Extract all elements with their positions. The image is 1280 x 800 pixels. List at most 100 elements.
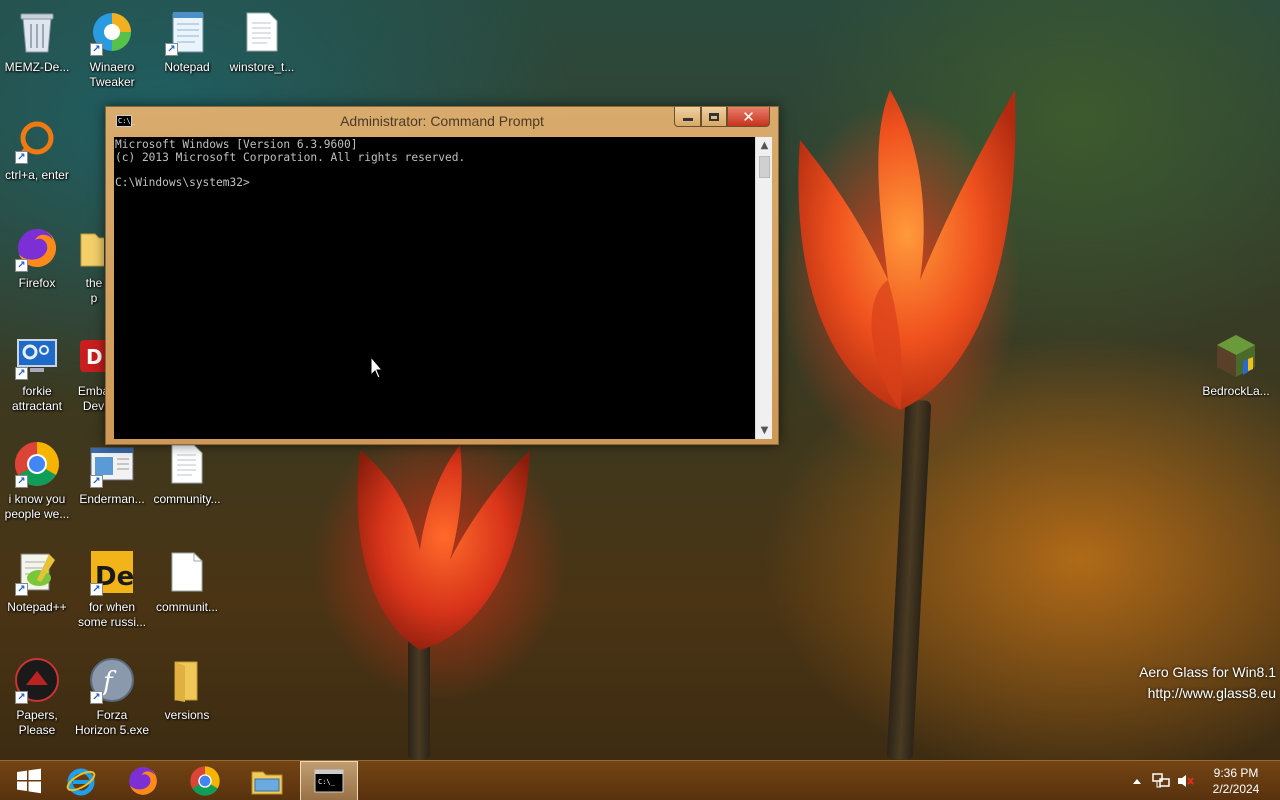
desktop-icon-versions[interactable]: versions [149,656,225,723]
vertical-scrollbar[interactable]: ▲ ▼ [755,137,772,439]
scrollbar-thumb[interactable] [759,156,770,178]
close-icon: ✕ [742,107,755,126]
desktop-icon-winstore[interactable]: winstore_t... [224,8,300,75]
mouse-cursor-icon [370,356,384,379]
blank-file-icon [163,548,211,596]
desktop-icon-label: community... [153,492,221,506]
chevron-up-icon [1133,779,1141,784]
desktop-icon-firefox[interactable]: ↗ Firefox [0,224,75,291]
console-text: Microsoft Windows [Version 6.3.9600] (c)… [115,138,466,189]
desktop-icon-forza[interactable]: f ↗ Forza Horizon 5.exe [74,656,150,738]
desktop-icon-i-know-you[interactable]: ↗ i know you people we... [0,440,75,522]
shortcut-arrow-icon: ↗ [90,43,103,56]
windows-logo-icon [17,768,41,794]
chrome-icon [190,766,220,796]
close-button[interactable]: ✕ [727,107,770,127]
desktop-icon-label: the p [85,276,103,305]
taskbar-firefox[interactable] [114,761,172,800]
desktop-icon-label: forkie attractant [11,384,63,413]
clock-time: 9:36 PM [1213,766,1259,780]
taskbar-chrome[interactable] [176,761,234,800]
network-icon [1152,773,1170,788]
minimize-button[interactable] [674,107,701,127]
text-file-icon [163,440,211,488]
internet-explorer-icon [66,768,96,796]
chrome-icon: ↗ [13,440,61,488]
desktop-icon-label: Enderman... [79,492,145,506]
desktop-icon-label: versions [164,708,210,722]
papers-please-icon: ↗ [13,656,61,704]
network-tray-button[interactable] [1150,761,1172,800]
taskbar-command-prompt[interactable]: C:\_ [300,761,358,800]
svg-text:C:\_: C:\_ [318,778,336,786]
desktop-icon-label: ctrl+a, enter [5,168,69,182]
start-button[interactable] [0,761,58,800]
command-prompt-window[interactable]: C:\_ Administrator: Command Prompt ✕ Mic… [105,106,779,445]
watermark-line-1: Aero Glass for Win8.1 [1139,664,1276,680]
desktop-icon-label: MEMZ-De... [4,60,70,74]
svg-text:D: D [86,345,103,369]
flash-icon: f ↗ [88,656,136,704]
folder-icon [163,656,211,704]
desktop-icon-community-blank[interactable]: communit... [149,548,225,615]
desktop-icon-label: Winaero Tweaker [89,60,135,89]
desktop-icon-ctrl-a-enter[interactable]: ↗ ctrl+a, enter [0,116,75,183]
console-output[interactable]: Microsoft Windows [Version 6.3.9600] (c)… [114,137,755,439]
shortcut-arrow-icon: ↗ [15,151,28,164]
desktop-icon-embarcadero[interactable]: D Emba Dev [74,332,105,414]
desktop-icon-bedrock-launcher[interactable]: BedrockLa... [1198,332,1274,399]
app-window-icon: ↗ [88,440,136,488]
settings-monitor-icon: ↗ [13,332,61,380]
desktop-icon-forkie-attractant[interactable]: ↗ forkie attractant [0,332,75,414]
notepad-plus-plus-icon: ↗ [13,548,61,596]
shortcut-arrow-icon: ↗ [90,691,103,704]
scroll-up-arrow-icon[interactable]: ▲ [756,137,773,154]
shortcut-arrow-icon: ↗ [15,259,28,272]
desktop-icon-memz[interactable]: MEMZ-De... [0,8,75,75]
clock-date: 2/2/2024 [1212,782,1260,796]
taskbar-file-explorer[interactable] [238,761,296,800]
folder-icon [74,224,104,272]
desktop-icon-notepad[interactable]: ↗ Notepad [149,8,225,75]
volume-tray-button[interactable] [1174,761,1196,800]
minecraft-launcher-icon [1212,332,1260,380]
maximize-button[interactable] [701,107,727,127]
desktop-icon-the-p[interactable]: the p [74,224,104,306]
shortcut-arrow-icon: ↗ [15,691,28,704]
desktop-icon-for-when[interactable]: De ↗ for when some russi... [74,548,150,630]
desktop-icon-label: Forza Horizon 5.exe [74,708,150,737]
desktop-icon-notepad-plus-plus[interactable]: ↗ Notepad++ [0,548,75,615]
firefox-icon: ↗ [13,224,61,272]
desktop-icon-label: Notepad [164,60,210,74]
winaero-tweaker-icon: ↗ [88,8,136,56]
minimize-icon [682,118,693,121]
tulip-left [357,445,530,650]
taskbar-internet-explorer[interactable] [52,761,110,800]
notepad-icon: ↗ [163,8,211,56]
aero-glass-watermark: Aero Glass for Win8.1 http://www.glass8.… [1139,662,1276,704]
shortcut-arrow-icon: ↗ [15,475,28,488]
recycle-bin-icon [13,8,61,56]
shortcut-arrow-icon: ↗ [165,43,178,56]
volume-muted-icon [1178,775,1194,787]
desktop-icon-label: winstore_t... [229,60,295,74]
desktop-icon-label: BedrockLa... [1202,384,1270,398]
firefox-icon [129,767,157,795]
window-titlebar[interactable]: C:\_ Administrator: Command Prompt ✕ [106,107,778,135]
show-hidden-icons-button[interactable] [1128,761,1146,800]
desktop-icon-label: Papers, Please [16,708,58,737]
embarcadero-icon: D [74,332,105,380]
desktop-icon-community-txt[interactable]: community... [149,440,225,507]
desktop-icon-enderman[interactable]: ↗ Enderman... [74,440,150,507]
tulip-stem-right [886,399,932,761]
desktop-icon-winaero-tweaker[interactable]: ↗ Winaero Tweaker [74,8,150,90]
shortcut-arrow-icon: ↗ [15,367,28,380]
desktop-icon-papers-please[interactable]: ↗ Papers, Please [0,656,75,738]
scroll-down-arrow-icon[interactable]: ▼ [756,422,773,439]
tulip-right [798,90,1016,410]
desktop-icon-label: Emba Dev [77,384,105,413]
desktop-icon-label: Notepad++ [7,600,67,614]
shortcut-arrow-icon: ↗ [15,583,28,596]
desktop-icon-label: for when some russi... [77,600,146,629]
taskbar-clock[interactable]: 9:36 PM 2/2/2024 [1200,765,1272,797]
